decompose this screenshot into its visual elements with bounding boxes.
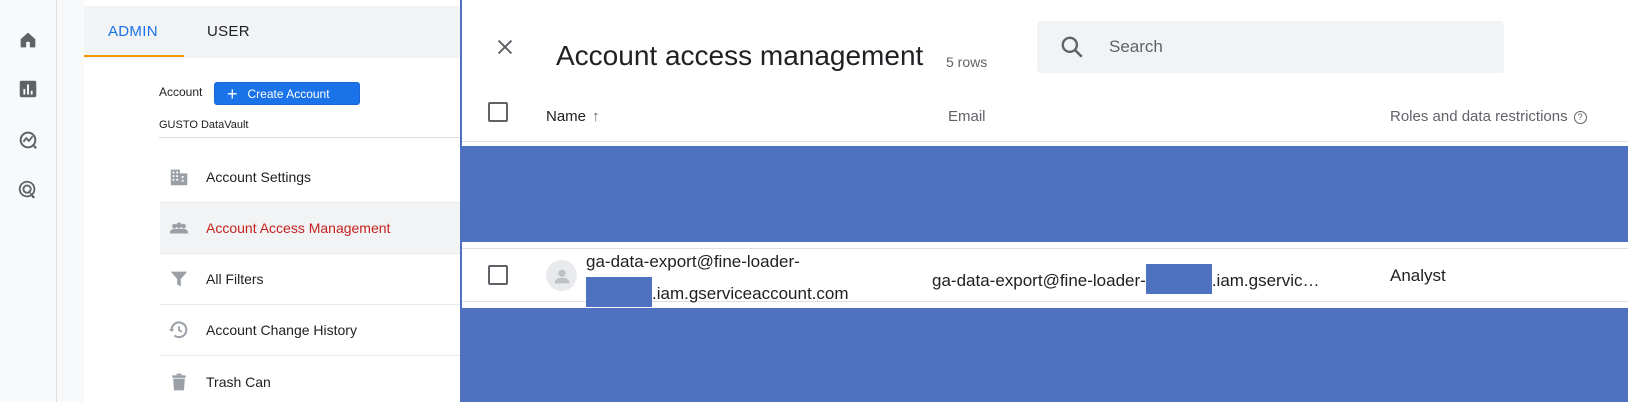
- people-icon: [166, 215, 192, 241]
- column-header-roles[interactable]: Roles and data restrictions?: [1390, 108, 1587, 125]
- explore-icon[interactable]: [15, 127, 41, 153]
- menu-item-all-filters[interactable]: All Filters: [160, 254, 460, 305]
- advertising-icon[interactable]: [15, 177, 41, 203]
- avatar: [546, 260, 577, 291]
- menu-item-account-access-management[interactable]: Account Access Management: [160, 203, 460, 254]
- menu-label: Account Settings: [206, 169, 312, 185]
- redacted-region: [462, 308, 1628, 402]
- row-count: 5 rows: [946, 54, 988, 70]
- table-header: Name ↑ Email Roles and data restrictions?: [462, 94, 1628, 142]
- admin-panel: ADMIN USER Account + Create Account GUST…: [57, 0, 460, 402]
- select-all-checkbox[interactable]: [488, 102, 508, 122]
- active-tab-indicator: [84, 55, 184, 57]
- help-icon[interactable]: ?: [1573, 111, 1587, 124]
- divider: [159, 137, 460, 138]
- search-icon: [1061, 36, 1083, 58]
- filter-icon: [166, 266, 192, 292]
- account-name[interactable]: GUSTO DataVault: [159, 119, 248, 131]
- search-box[interactable]: [1037, 21, 1504, 73]
- menu-label: All Filters: [206, 271, 264, 287]
- person-icon: [554, 269, 569, 283]
- row-name-line1: ga-data-export@fine-loader-: [586, 252, 800, 271]
- close-button[interactable]: [492, 34, 518, 60]
- reports-icon[interactable]: [15, 76, 41, 102]
- create-account-label: Create Account: [247, 86, 330, 101]
- redacted-region: [462, 146, 1628, 242]
- trash-icon: [166, 369, 192, 395]
- menu-label: Account Change History: [206, 322, 357, 338]
- row-name-line2: .iam.gserviceaccount.com: [586, 277, 849, 307]
- home-icon[interactable]: [15, 27, 41, 53]
- search-input[interactable]: [1109, 35, 1489, 59]
- menu-item-account-change-history[interactable]: Account Change History: [160, 305, 460, 356]
- create-account-button[interactable]: + Create Account: [214, 82, 360, 105]
- column-label-roles: Roles and data restrictions: [1390, 108, 1568, 125]
- menu-label: Trash Can: [206, 373, 271, 390]
- row-email-prefix: ga-data-export@fine-loader-: [932, 271, 1146, 290]
- column-header-name[interactable]: Name ↑: [546, 108, 600, 125]
- menu-item-trash-can[interactable]: Trash Can: [160, 356, 460, 407]
- admin-gutter: [57, 0, 84, 402]
- row-email: ga-data-export@fine-loader- .iam.gservic…: [932, 264, 1320, 294]
- history-icon: [166, 317, 192, 343]
- menu-label: Account Access Management: [206, 220, 391, 236]
- row-email-suffix: .iam.gservic…: [1211, 271, 1320, 290]
- menu-item-account-settings[interactable]: Account Settings: [160, 152, 460, 203]
- redaction-block: [1145, 264, 1212, 294]
- close-icon: [497, 39, 513, 55]
- tab-user[interactable]: USER: [207, 23, 250, 40]
- account-label: Account: [159, 85, 203, 99]
- plus-icon: +: [227, 83, 238, 104]
- table-row[interactable]: ga-data-export@fine-loader- .iam.gservic…: [462, 248, 1628, 307]
- column-label-name: Name: [546, 108, 587, 125]
- tab-admin[interactable]: ADMIN: [108, 23, 158, 40]
- row-checkbox[interactable]: [488, 265, 508, 285]
- dialog-title: Account access management: [556, 40, 924, 71]
- building-icon: [166, 164, 192, 190]
- left-nav-rail: [0, 0, 57, 402]
- admin-tabs: ADMIN USER: [84, 6, 460, 58]
- arrow-up-icon: ↑: [592, 108, 600, 125]
- redaction-block: [586, 277, 652, 307]
- column-header-email[interactable]: Email: [948, 108, 986, 125]
- account-access-dialog: Account access management 5 rows Name ↑ E…: [460, 0, 1628, 402]
- row-role: Analyst: [1390, 266, 1446, 285]
- row-name-suffix: .iam.gserviceaccount.com: [652, 284, 849, 303]
